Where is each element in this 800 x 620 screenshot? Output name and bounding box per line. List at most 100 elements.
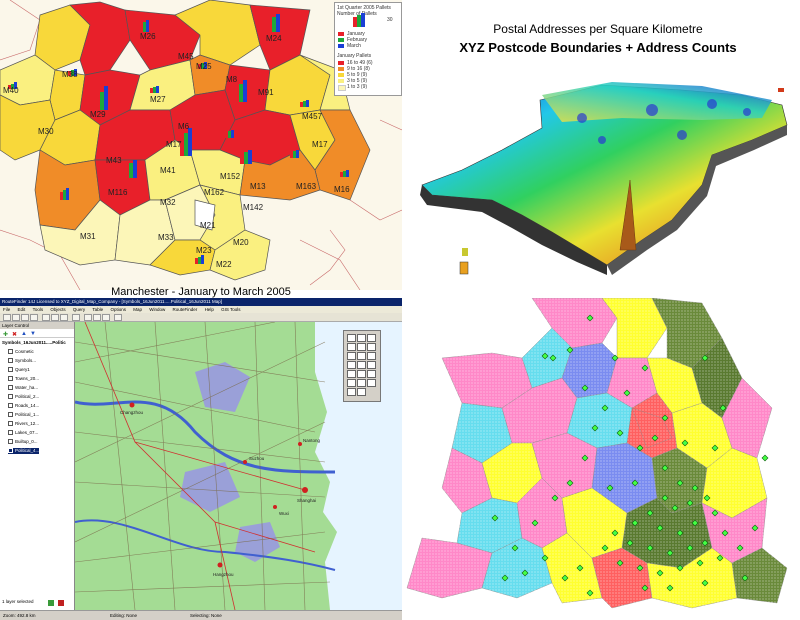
surface-svg: [420, 82, 788, 275]
layer-visibility-checkbox[interactable]: [8, 403, 13, 409]
district-label: M163: [296, 182, 317, 191]
print-icon[interactable]: [30, 314, 38, 321]
menu-query[interactable]: Query: [73, 307, 85, 312]
district-label: M116: [108, 188, 128, 197]
layer-item[interactable]: Roads_14...: [8, 403, 39, 409]
layer-item[interactable]: Political_2...: [8, 394, 39, 400]
layer-visibility-checkbox[interactable]: [8, 448, 13, 454]
route-icon[interactable]: [347, 388, 356, 396]
district-label: M40: [3, 86, 19, 95]
undo-icon[interactable]: [72, 314, 80, 321]
layer-visibility-checkbox[interactable]: [8, 394, 13, 400]
town-label: Shanghai: [297, 498, 317, 503]
zoom-out-icon[interactable]: [367, 334, 376, 342]
line-tool-icon[interactable]: [347, 361, 356, 369]
menu-bar: File Edit Tools Objects Query Table Opti…: [0, 306, 402, 313]
style-icon[interactable]: [367, 379, 376, 387]
layer-item[interactable]: Political_1...: [8, 412, 39, 418]
add-layer-icon[interactable]: ✚: [3, 331, 8, 338]
menu-tools[interactable]: Tools: [33, 307, 44, 312]
reshape-icon[interactable]: [347, 379, 356, 387]
menu-edit[interactable]: Edit: [18, 307, 26, 312]
window-title-bar[interactable]: RouteFinder 14J Licensed to XYZ_Digital_…: [0, 298, 402, 306]
district-label: M152: [220, 172, 241, 181]
menu-routefinder[interactable]: RouteFinder: [173, 307, 198, 312]
menu-help[interactable]: Help: [205, 307, 214, 312]
district-label: M43: [106, 156, 122, 165]
radius-select-icon[interactable]: [357, 352, 366, 360]
menu-gis-tools[interactable]: GIS Tools: [221, 307, 240, 312]
ruler-icon[interactable]: [367, 343, 376, 351]
layer-item[interactable]: Cosmetic: [8, 349, 34, 355]
menu-options[interactable]: Options: [110, 307, 126, 312]
text-tool-icon[interactable]: [367, 370, 376, 378]
ellipse-tool-icon[interactable]: [347, 370, 356, 378]
menu-objects[interactable]: Objects: [50, 307, 65, 312]
menu-table[interactable]: Table: [92, 307, 103, 312]
layer-control-panel: Layer Control ✚ ✖ ▲ ▼ Symbols_16Jun2011.…: [0, 322, 75, 610]
clear-icon[interactable]: [357, 388, 366, 396]
district-label: M20: [233, 238, 249, 247]
polyline-tool-icon[interactable]: [357, 361, 366, 369]
zoom-in-icon[interactable]: [357, 334, 366, 342]
menu-map[interactable]: Map: [133, 307, 142, 312]
legend-swatch: [338, 32, 344, 36]
selecting-status: Selecting: None: [190, 613, 222, 618]
ok-icon[interactable]: [48, 600, 54, 606]
layer-item[interactable]: Symbols...: [8, 358, 36, 364]
legend-icon[interactable]: [102, 314, 110, 321]
layer-visibility-checkbox[interactable]: [8, 367, 13, 373]
info-icon[interactable]: [114, 314, 122, 321]
editing-status: Editing: None: [110, 613, 138, 618]
layer-item[interactable]: Builtup_0...: [8, 439, 38, 445]
move-down-icon[interactable]: ▼: [30, 331, 36, 337]
pan-icon[interactable]: [347, 343, 356, 351]
layer-item[interactable]: Query1: [8, 367, 30, 373]
save-icon[interactable]: [21, 314, 29, 321]
town-label: Suzhou: [249, 456, 265, 461]
layer-visibility-checkbox[interactable]: [8, 412, 13, 418]
layer-visibility-checkbox[interactable]: [8, 430, 13, 436]
district-label: M27: [150, 95, 166, 104]
layer-item[interactable]: Water_ha...: [8, 385, 38, 391]
layer-visibility-checkbox[interactable]: [8, 349, 13, 355]
district-label: M30: [38, 127, 54, 136]
layer-item[interactable]: Rivers_12...: [8, 421, 39, 427]
district-label: M38: [62, 70, 78, 79]
legend-series-label: March: [347, 43, 361, 49]
territory-svg: [402, 298, 800, 620]
paste-icon[interactable]: [60, 314, 68, 321]
layer-item[interactable]: Towns_20...: [8, 376, 39, 382]
table-icon[interactable]: [93, 314, 101, 321]
cancel-icon[interactable]: [58, 600, 64, 606]
menu-window[interactable]: Window: [149, 307, 165, 312]
cut-icon[interactable]: [42, 314, 50, 321]
copy-icon[interactable]: [51, 314, 59, 321]
polygon-select-icon[interactable]: [367, 352, 376, 360]
district-label: M24: [266, 34, 282, 43]
layer-item-selected[interactable]: Political_4...: [8, 448, 40, 454]
move-up-icon[interactable]: ▲: [21, 331, 27, 337]
symbol-tool-icon[interactable]: [357, 370, 366, 378]
select-tool-icon[interactable]: [347, 334, 356, 342]
legend-class-title: January Pallets: [337, 53, 372, 59]
layer-visibility-checkbox[interactable]: [8, 376, 13, 382]
remove-layer-icon[interactable]: ✖: [12, 331, 17, 338]
layer-visibility-checkbox[interactable]: [8, 421, 13, 427]
layer-item[interactable]: Symbols_16Jun2011.....Politic: [2, 340, 66, 346]
label-tool-icon[interactable]: [347, 352, 356, 360]
manchester-choropleth-map: M40 M38 M29 M26 M25 M24 M27 M45 M8 M91 M…: [0, 0, 402, 290]
layer-visibility-checkbox[interactable]: [8, 358, 13, 364]
info-tool-icon[interactable]: [357, 343, 366, 351]
layer-visibility-checkbox[interactable]: [8, 439, 13, 445]
menu-file[interactable]: File: [3, 307, 10, 312]
layer-item[interactable]: Lakes_07...: [8, 430, 38, 436]
add-node-icon[interactable]: [357, 379, 366, 387]
open-icon[interactable]: [12, 314, 20, 321]
layer-visibility-checkbox[interactable]: [8, 385, 13, 391]
legend-class-label: 1 to 3 (9): [347, 84, 368, 90]
toolbar: [0, 313, 402, 322]
layer-control-icon[interactable]: [84, 314, 92, 321]
new-icon[interactable]: [3, 314, 11, 321]
rectangle-tool-icon[interactable]: [367, 361, 376, 369]
